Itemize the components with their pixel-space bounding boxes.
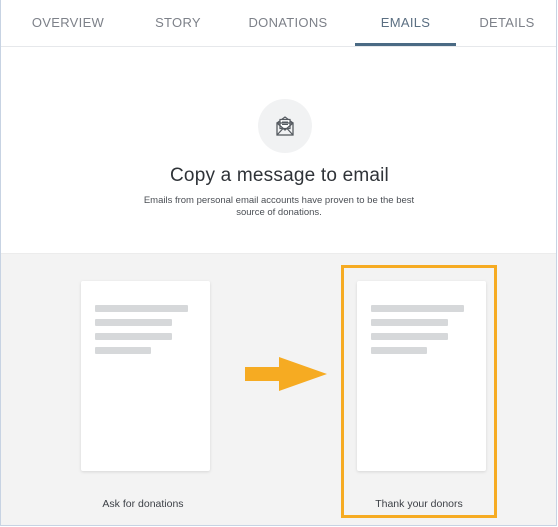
tab-overview[interactable]: OVERVIEW bbox=[1, 0, 135, 46]
placeholder-line bbox=[95, 305, 188, 312]
template-card-thank-your-donors[interactable] bbox=[357, 281, 486, 471]
placeholder-line bbox=[371, 319, 448, 326]
tab-donations[interactable]: DONATIONS bbox=[221, 0, 355, 46]
template-label-thank-your-donors[interactable]: Thank your donors bbox=[329, 498, 509, 510]
placeholder-line bbox=[95, 333, 172, 340]
template-label-ask-for-donations[interactable]: Ask for donations bbox=[53, 498, 233, 510]
email-templates-panel: OVERVIEW STORY DONATIONS EMAILS DETAILS … bbox=[0, 0, 557, 526]
page-subtitle: Emails from personal email accounts have… bbox=[143, 195, 415, 218]
placeholder-line bbox=[371, 347, 427, 354]
placeholder-line bbox=[371, 305, 464, 312]
placeholder-line bbox=[95, 319, 172, 326]
tab-story[interactable]: STORY bbox=[135, 0, 221, 46]
tab-details[interactable]: DETAILS bbox=[456, 0, 556, 46]
arrow-right-icon bbox=[245, 357, 327, 391]
page-title: Copy a message to email bbox=[170, 165, 389, 186]
placeholder-line bbox=[371, 333, 448, 340]
tab-emails[interactable]: EMAILS bbox=[355, 0, 456, 46]
active-tab-indicator bbox=[355, 43, 456, 46]
template-card-ask-for-donations[interactable] bbox=[81, 281, 210, 471]
placeholder-line bbox=[95, 347, 151, 354]
tab-bar: OVERVIEW STORY DONATIONS EMAILS DETAILS bbox=[1, 0, 556, 47]
email-intro-section: Copy a message to email Emails from pers… bbox=[1, 47, 556, 253]
envelope-icon bbox=[258, 99, 312, 153]
